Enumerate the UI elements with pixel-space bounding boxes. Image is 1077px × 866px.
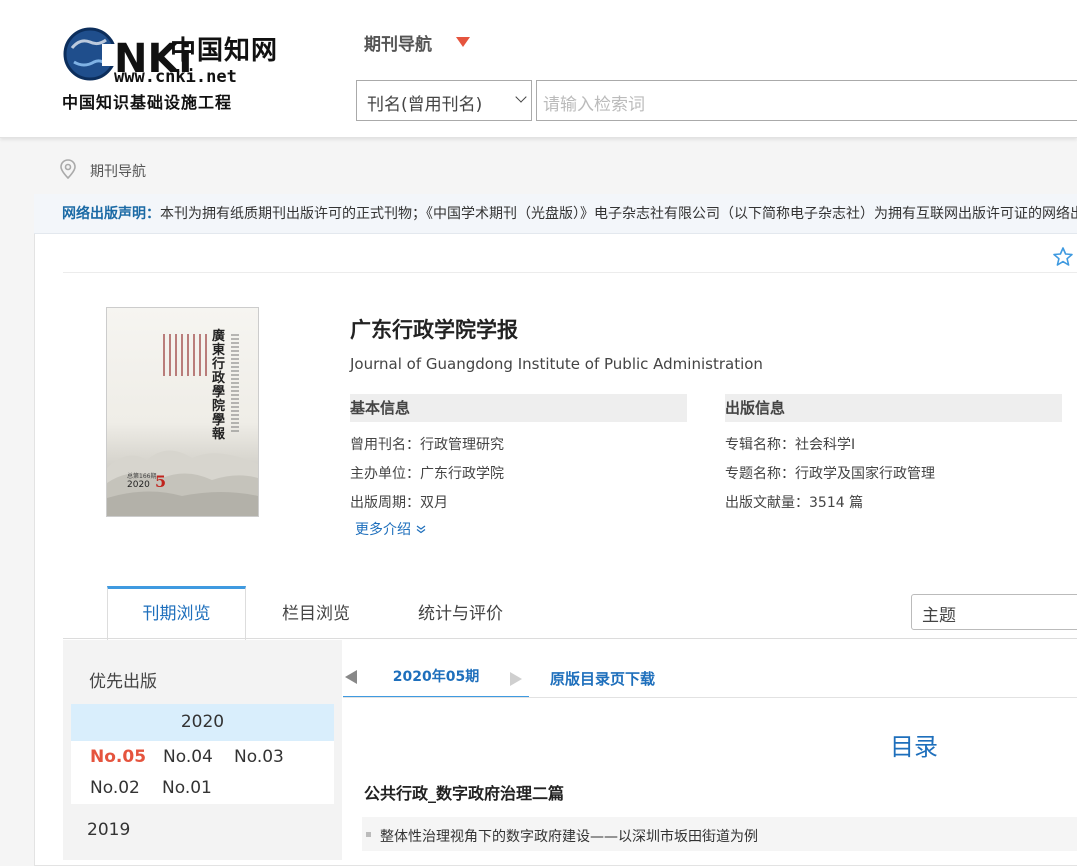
cover-decoration (163, 334, 207, 376)
logo-tagline: 中国知识基础设施工程 (62, 93, 233, 112)
divider (63, 272, 1077, 273)
notice-label: 网络出版声明： (62, 206, 160, 222)
publication-info-row: 出版文献量：3514 篇 (725, 492, 863, 512)
tab-issue-browse[interactable]: 刊期浏览 (107, 586, 246, 640)
cover-issue-number: 5 (155, 472, 167, 491)
cover-title: 廣東行政學院學報 (212, 329, 226, 442)
search-input[interactable]: 请输入检索词 (536, 80, 1077, 121)
logo-url-text: www.cnki.net (114, 67, 237, 87)
basic-info-row: 主办单位：广东行政学院 (350, 463, 504, 483)
publication-info-row: 专辑名称：社会科学Ⅰ (725, 434, 855, 454)
issue-link[interactable]: No.01 (162, 778, 212, 798)
info-value: 双月 (420, 495, 448, 511)
search-field-selected: 刊名(曾用刊名) (367, 95, 483, 115)
more-intro-label: 更多介绍 (355, 522, 411, 538)
publication-info-heading-text: 出版信息 (725, 399, 786, 417)
info-value: 3514 篇 (809, 495, 864, 511)
cover-year: 2020 (127, 480, 150, 490)
issue-link[interactable]: No.03 (234, 747, 284, 767)
triangle-right-icon[interactable] (510, 672, 522, 686)
toc-title: 目录 (890, 733, 938, 761)
issue-link[interactable]: No.02 (90, 778, 140, 798)
breadcrumb[interactable]: 期刊导航 (90, 161, 146, 181)
basic-info-heading-text: 基本信息 (350, 399, 411, 417)
article-title-link[interactable]: 整体性治理视角下的数字政府建设——以深圳市坂田街道为例 (380, 826, 758, 846)
info-value: 行政学及国家行政管理 (795, 466, 935, 482)
tab-divider (63, 638, 1077, 639)
issue-link[interactable]: No.04 (163, 747, 213, 767)
chevron-down-icon (515, 91, 527, 103)
bullet-icon (366, 832, 371, 837)
journal-english-title: Journal of Guangdong Institute of Public… (350, 355, 763, 373)
topic-select[interactable]: 主题 (911, 594, 1077, 630)
search-field-select[interactable]: 刊名(曾用刊名) (356, 80, 532, 121)
tab-column-browse[interactable]: 栏目浏览 (282, 599, 350, 624)
basic-info-row: 出版周期：双月 (350, 492, 448, 512)
info-label: 主办单位： (350, 466, 420, 482)
year-item-2019[interactable]: 2019 (87, 820, 130, 840)
search-placeholder: 请输入检索词 (543, 95, 645, 115)
info-label: 专题名称： (725, 466, 795, 482)
info-value: 社会科学Ⅰ (795, 437, 856, 453)
triangle-down-icon[interactable] (456, 37, 470, 47)
info-value: 广东行政学院 (420, 466, 504, 482)
divider (343, 697, 1077, 698)
current-issue-tab[interactable]: 2020年05期 (343, 660, 529, 698)
publication-info-row: 专题名称：行政学及国家行政管理 (725, 463, 935, 483)
triangle-left-icon[interactable] (345, 670, 357, 684)
logo-brand-text: 中国知网 (170, 36, 279, 66)
info-label: 曾用刊名： (350, 437, 420, 453)
toc-download-link[interactable]: 原版目录页下载 (550, 668, 655, 689)
journal-title: 广东行政学院学报 (350, 318, 518, 342)
cnki-logo[interactable]: NKi 中国知网 www.cnki.net 中国知识基础设施工程 (62, 26, 292, 114)
double-chevron-down-icon (417, 525, 426, 534)
info-value: 行政管理研究 (420, 437, 504, 453)
issue-link[interactable]: No.05 (90, 747, 146, 767)
location-pin-icon (60, 159, 76, 183)
toc-section-title: 公共行政_数字政府治理二篇 (364, 784, 565, 803)
info-label: 出版文献量： (725, 495, 809, 511)
topic-select-value: 主题 (922, 606, 956, 626)
basic-info-heading: 基本信息 (350, 394, 687, 422)
cover-issue-line: 总第166期 (127, 473, 157, 480)
publishing-notice: 网络出版声明：本刊为拥有纸质期刊出版许可的正式刊物；《中国学术期刊（光盘版）》电… (34, 194, 1077, 234)
cover-english-title (231, 334, 239, 434)
year-item-2020[interactable]: 2020 (71, 704, 334, 741)
journal-nav-menu[interactable]: 期刊导航 (364, 30, 432, 55)
basic-info-row: 曾用刊名：行政管理研究 (350, 434, 504, 454)
star-icon[interactable] (1052, 246, 1074, 272)
info-label: 专辑名称： (725, 437, 795, 453)
more-intro-link[interactable]: 更多介绍 (355, 519, 427, 539)
priority-publish-link[interactable]: 优先出版 (89, 667, 157, 692)
publication-info-heading: 出版信息 (725, 394, 1062, 422)
notice-text: 本刊为拥有纸质期刊出版许可的正式刊物；《中国学术期刊（光盘版）》电子杂志社有限公… (160, 206, 1077, 222)
journal-cover: 廣東行政學院學報 总第166期 2020 5 (106, 307, 259, 517)
info-label: 出版周期： (350, 495, 420, 511)
tab-statistics[interactable]: 统计与评价 (418, 599, 503, 624)
